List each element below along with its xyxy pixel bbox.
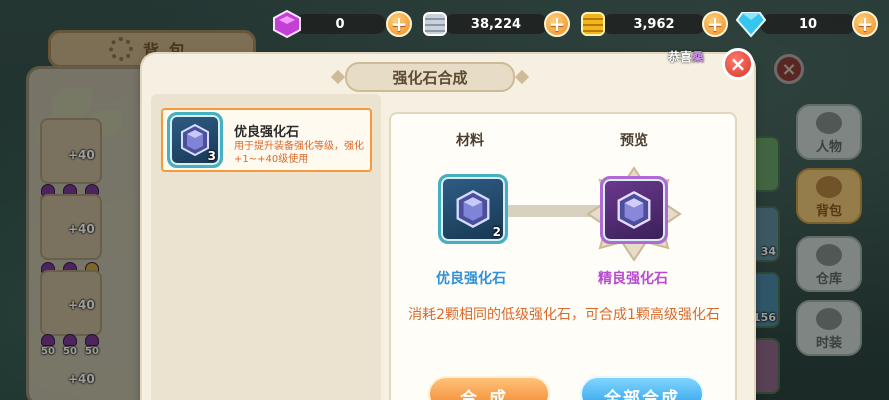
preview-slot [600, 176, 668, 244]
close-button[interactable]: × [722, 48, 754, 80]
add-purple-crystal-button[interactable]: + [386, 11, 412, 37]
congrats-name: 桑 [692, 50, 705, 64]
add-silver-button[interactable]: + [544, 11, 570, 37]
result-name: 精良强化石 [598, 271, 668, 287]
congrats-notice: 恭喜桑 [668, 48, 704, 65]
synthesis-panel [389, 112, 737, 400]
item-count: 3 [207, 149, 216, 163]
resource-diamond: 10 + [736, 10, 882, 38]
add-gold-button[interactable]: + [702, 11, 728, 37]
material-slot[interactable]: 2 [438, 174, 508, 244]
resource-value: 0 [294, 14, 386, 34]
preview-label: 预览 [620, 133, 648, 149]
resource-value: 38,224 [444, 14, 548, 34]
material-count: 2 [492, 225, 501, 239]
resource-value: 3,962 [602, 14, 706, 34]
enhance-stone-icon [456, 190, 490, 228]
add-diamond-button[interactable]: + [852, 11, 878, 37]
silver-coin-stack-icon [423, 12, 447, 36]
dialog-title: 强化石合成 [345, 62, 515, 92]
purple-crystal-icon [273, 10, 301, 38]
diamond-icon [736, 12, 766, 38]
list-item-name: 优良强化石 [234, 125, 300, 140]
list-item-description: 用于提升装备强化等级，强化+1~+40级使用 [234, 141, 364, 165]
resource-value: 10 [760, 14, 856, 34]
resource-purple-crystal: 0 + [272, 10, 412, 38]
congrats-prefix: 恭喜 [668, 50, 693, 64]
compose-all-button[interactable]: 全部合成 [580, 376, 704, 400]
compose-button[interactable]: 合成 [428, 376, 550, 400]
resource-gold: 3,962 + [578, 10, 730, 38]
material-name: 优良强化石 [436, 271, 506, 287]
material-label: 材料 [456, 133, 484, 149]
list-item-gem-slot: 3 [167, 112, 223, 168]
gold-coin-stack-icon [581, 12, 605, 36]
synthesis-description: 消耗2颗相同的低级强化石，可合成1颗高级强化石 [408, 307, 720, 323]
resource-silver: 38,224 + [420, 10, 572, 38]
close-icon: × [729, 52, 747, 76]
refined-stone-icon [617, 191, 651, 229]
